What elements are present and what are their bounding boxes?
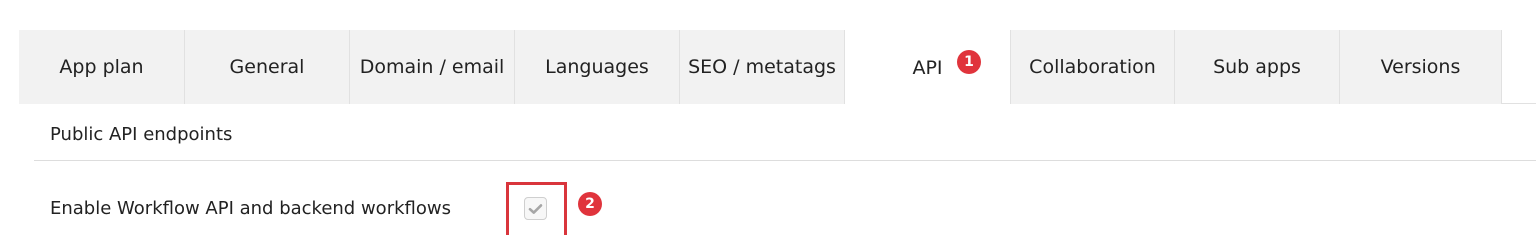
tab-api[interactable]: API — [845, 30, 1010, 105]
tab-label: API — [912, 56, 943, 79]
tab-general[interactable]: General — [185, 30, 350, 104]
tab-bar-baseline — [1502, 103, 1536, 104]
tab-label: Domain / email — [359, 56, 505, 78]
tab-domain-email[interactable]: Domain / email — [350, 30, 515, 104]
tab-label: Versions — [1380, 56, 1461, 78]
tab-label: App plan — [59, 56, 144, 78]
step-marker-2: 2 — [578, 192, 602, 216]
section-divider — [34, 160, 1536, 161]
tab-label: Sub apps — [1213, 56, 1301, 78]
checkmark-icon — [528, 203, 543, 214]
tab-versions[interactable]: Versions — [1340, 30, 1502, 104]
tab-seo-metatags[interactable]: SEO / metatags — [680, 30, 845, 104]
tab-label: SEO / metatags — [688, 56, 836, 78]
tab-sub-apps[interactable]: Sub apps — [1175, 30, 1340, 104]
workflow-api-checkbox[interactable] — [524, 197, 547, 220]
tab-languages[interactable]: Languages — [515, 30, 680, 104]
app-settings-page: App plan General Domain / email Language… — [0, 0, 1536, 235]
tab-app-plan[interactable]: App plan — [19, 30, 185, 104]
section-title: Public API endpoints — [50, 124, 233, 145]
tab-collaboration[interactable]: Collaboration — [1010, 30, 1175, 104]
workflow-api-label: Enable Workflow API and backend workflow… — [50, 198, 451, 219]
tab-label: General — [229, 56, 305, 78]
step-marker-1: 1 — [957, 50, 981, 74]
tab-label: Languages — [545, 56, 649, 78]
tab-label: Collaboration — [1029, 56, 1156, 78]
settings-tab-bar: App plan General Domain / email Language… — [19, 30, 1536, 105]
